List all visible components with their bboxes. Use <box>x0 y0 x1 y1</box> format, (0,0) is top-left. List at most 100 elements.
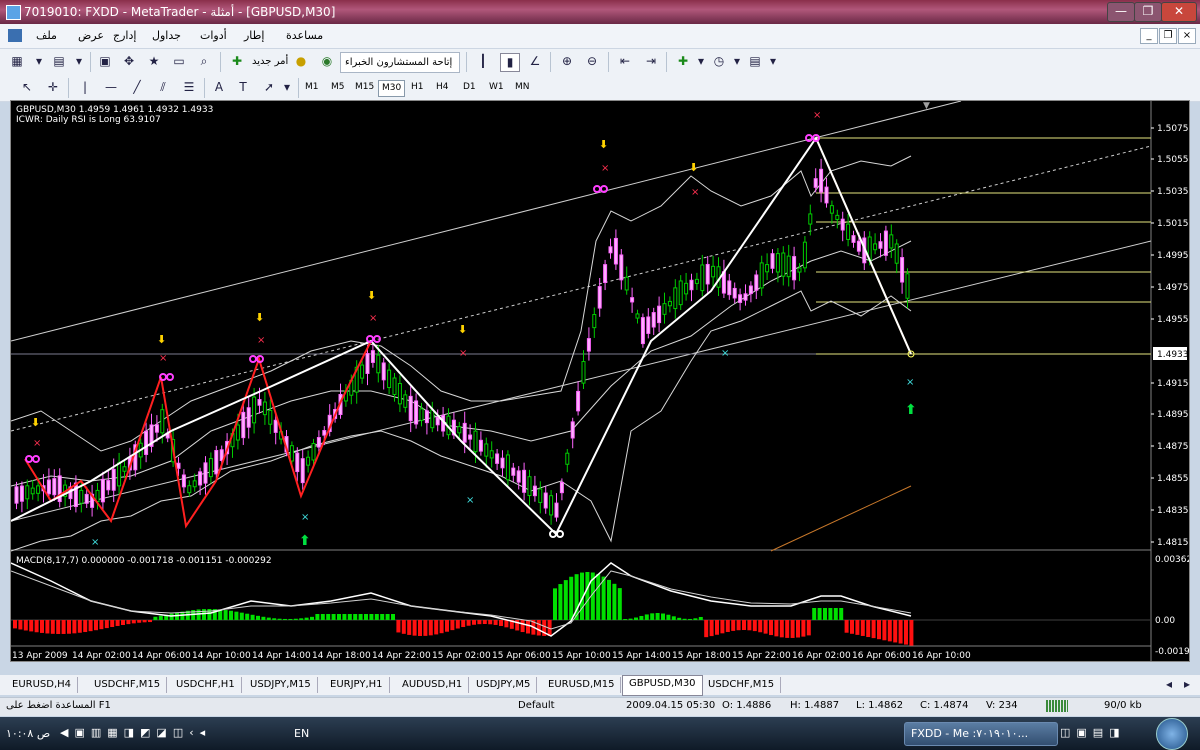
line-chart-icon[interactable]: ∠ <box>526 53 544 70</box>
macd-bar <box>666 614 671 620</box>
tab-eurusd-m15[interactable]: EURUSD,M15 <box>542 677 622 693</box>
periods-icon[interactable]: ◷ <box>710 53 728 70</box>
menu-file[interactable]: ملف <box>36 29 57 42</box>
macd-bar <box>428 620 433 636</box>
menu-charts[interactable]: جداول <box>152 29 181 42</box>
timeframe-h1[interactable]: H1 <box>408 80 427 95</box>
experts-icon[interactable]: ◉ <box>318 53 336 70</box>
tab-usdjpy-m15[interactable]: USDJPY,M15 <box>244 677 318 693</box>
dropdown-icon[interactable]: ▾ <box>30 53 48 70</box>
scroll-left-icon[interactable]: ◂ <box>1160 676 1178 693</box>
start-button[interactable] <box>1156 718 1188 750</box>
new-order-icon[interactable]: ✚ <box>228 53 246 70</box>
new-chart-icon[interactable]: ▦ <box>8 53 26 70</box>
candle <box>100 478 105 503</box>
close-button[interactable]: ✕ <box>1161 2 1197 22</box>
menu-view[interactable]: عرض <box>78 29 104 42</box>
timeframe-m5[interactable]: M5 <box>328 80 348 95</box>
tester-icon[interactable]: ⌕ <box>195 53 213 70</box>
text-label-icon[interactable]: T <box>234 79 252 96</box>
market-watch-icon[interactable]: ▣ <box>96 53 114 70</box>
candle <box>630 297 635 303</box>
tray-icons[interactable]: ◀▣▥▦◨◩◪◫‹◂ <box>60 726 211 739</box>
tab-eurusd-h4[interactable]: EURUSD,H4 <box>6 677 79 693</box>
timeframe-m15[interactable]: M15 <box>352 80 377 95</box>
timeframe-m1[interactable]: M1 <box>302 80 322 95</box>
dropdown-icon[interactable]: ▾ <box>764 53 782 70</box>
menu-help[interactable]: مساعدة <box>286 29 323 42</box>
candle <box>689 279 694 291</box>
chart-shift-icon[interactable]: ⇥ <box>642 53 660 70</box>
timeframe-h4[interactable]: H4 <box>433 80 452 95</box>
terminal-icon[interactable]: ▭ <box>170 53 188 70</box>
candlestick-icon[interactable]: ▮ <box>500 53 520 72</box>
indicators-icon[interactable]: ✚ <box>674 53 692 70</box>
price-tick-label: 1.4995 <box>1157 251 1189 261</box>
arrows-icon[interactable]: ➚ <box>260 79 278 96</box>
mdi-minimize-button[interactable]: _ <box>1140 28 1158 44</box>
candle <box>214 450 219 475</box>
candle <box>700 264 705 292</box>
experts-button[interactable]: إتاحة المستشارون الخبراء <box>340 52 460 73</box>
zoom-out-icon[interactable]: ⊖ <box>583 53 601 70</box>
trendline-icon[interactable]: ╱ <box>128 79 146 96</box>
tab-eurjpy-h1[interactable]: EURJPY,H1 <box>324 677 390 693</box>
maximize-button[interactable]: ❐ <box>1134 2 1162 22</box>
dropdown-icon[interactable]: ▾ <box>728 53 746 70</box>
dropdown-icon[interactable]: ▾ <box>692 53 710 70</box>
tab-usdchf-h1[interactable]: USDCHF,H1 <box>170 677 242 693</box>
zoom-in-icon[interactable]: ⊕ <box>558 53 576 70</box>
profiles-icon[interactable]: ▤ <box>50 53 68 70</box>
chart-window[interactable]: ⬇ ⬇ ⬇ ⬇ ⬇ ⬇ ⬇ × × × × × × × × × × × × × … <box>10 100 1198 662</box>
timeframe-d1[interactable]: D1 <box>460 80 479 95</box>
taskbar-metatrader-button[interactable]: FXDD - Me :۷۰۱۹۰۱۰... <box>904 722 1058 746</box>
new-order-button[interactable]: أمر جديد <box>248 52 292 71</box>
price-chart[interactable]: ⬇ ⬇ ⬇ ⬇ ⬇ ⬇ ⬇ × × × × × × × × × × × × × … <box>10 100 1198 661</box>
language-indicator[interactable]: EN <box>294 727 309 740</box>
tab-gbpusd-m30[interactable]: GBPUSD,M30 <box>622 675 703 696</box>
tab-audusd-h1[interactable]: AUDUSD,H1 <box>396 677 470 693</box>
timeframe-m30[interactable]: M30 <box>378 80 406 97</box>
macd-bar <box>693 618 698 620</box>
channel-icon[interactable]: ⫽ <box>154 79 172 96</box>
candle <box>73 482 78 508</box>
mdi-restore-button[interactable]: ❐ <box>1159 28 1177 44</box>
dropdown-icon[interactable]: ▾ <box>70 53 88 70</box>
macd-bar <box>877 620 881 640</box>
macd-bar <box>261 616 266 620</box>
price-tick-label: 1.5075 <box>1157 124 1189 134</box>
macd-bar <box>13 620 17 629</box>
cursor-icon[interactable]: ↖ <box>18 79 36 96</box>
taskbar-clock[interactable]: ۱۰:۰۸ ص <box>6 727 50 740</box>
quick-launch-icons[interactable]: ◫▣▤◨ <box>1060 726 1126 739</box>
dropdown-icon[interactable]: ▾ <box>278 79 296 96</box>
fibonacci-icon[interactable]: ☰ <box>180 79 198 96</box>
crosshair-icon[interactable]: ✛ <box>44 79 62 96</box>
vertical-line-icon[interactable]: | <box>76 79 94 96</box>
menu-tools[interactable]: أدوات <box>200 29 227 42</box>
scroll-right-icon[interactable]: ▸ <box>1178 676 1196 693</box>
candle <box>549 495 554 516</box>
data-window-icon[interactable]: ✥ <box>120 53 138 70</box>
macd-bar <box>634 617 638 620</box>
svg-text:×: × <box>691 187 699 198</box>
menu-insert[interactable]: إدارج <box>113 29 136 42</box>
minimize-button[interactable]: — <box>1107 2 1135 22</box>
horizontal-line-icon[interactable]: — <box>102 79 120 96</box>
time-tick-label: 15 Apr 02:00 <box>432 651 491 661</box>
menu-window[interactable]: إطار <box>244 29 264 42</box>
text-icon[interactable]: A <box>210 79 228 96</box>
candle <box>289 445 294 462</box>
mdi-close-button[interactable]: × <box>1178 28 1196 44</box>
navigator-icon[interactable]: ★ <box>145 53 163 70</box>
timeframe-w1[interactable]: W1 <box>486 80 507 95</box>
tab-usdjpy-m5[interactable]: USDJPY,M5 <box>470 677 538 693</box>
tab-usdchf-m15-2[interactable]: USDCHF,M15 <box>702 677 782 693</box>
templates-icon[interactable]: ▤ <box>746 53 764 70</box>
tab-usdchf-m15[interactable]: USDCHF,M15 <box>88 677 168 693</box>
macd-bar <box>731 620 736 631</box>
warning-icon[interactable]: ● <box>292 53 310 70</box>
autoscroll-icon[interactable]: ⇤ <box>616 53 634 70</box>
bar-chart-icon[interactable]: ┃ <box>474 53 492 70</box>
timeframe-mn[interactable]: MN <box>512 80 533 95</box>
